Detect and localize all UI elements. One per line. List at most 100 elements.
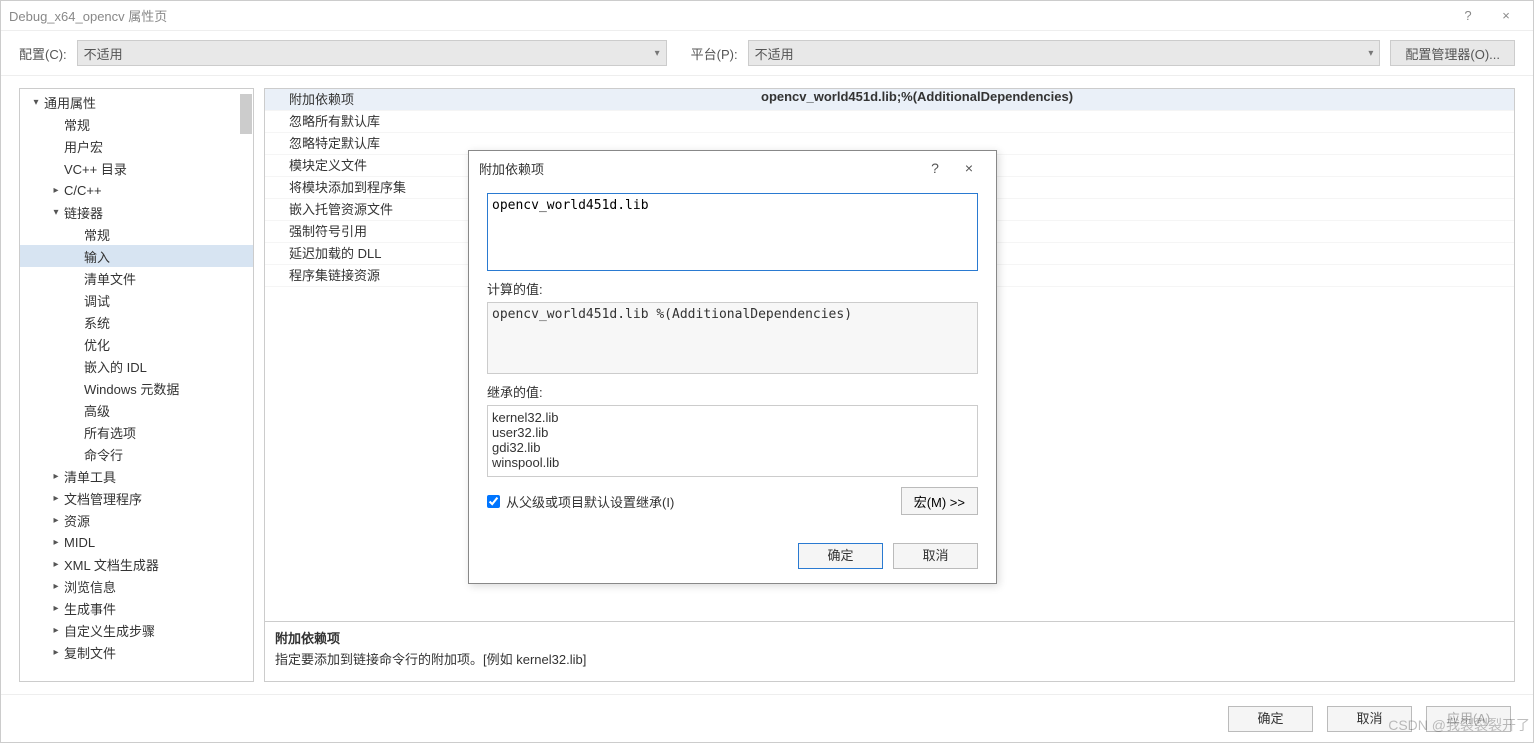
- inherit-item: user32.lib: [492, 425, 973, 440]
- scrollbar-thumb[interactable]: [240, 94, 252, 134]
- tree-item[interactable]: 输入: [20, 245, 253, 267]
- caret-icon: ▾: [30, 97, 42, 108]
- tree-item-label: 嵌入的 IDL: [84, 357, 147, 376]
- tree-item-label: 常规: [84, 225, 110, 244]
- help-icon[interactable]: ?: [1449, 8, 1487, 23]
- inherit-item: gdi32.lib: [492, 440, 973, 455]
- tree-item-label: 系统: [84, 313, 110, 332]
- ok-button[interactable]: 确定: [1228, 706, 1313, 732]
- inherit-checkbox[interactable]: [487, 495, 500, 508]
- caret-icon: ▸: [50, 515, 62, 526]
- tree-item-label: VC++ 目录: [64, 159, 127, 178]
- tree-item[interactable]: ▸XML 文档生成器: [20, 553, 253, 575]
- tree-item-label: 自定义生成步骤: [64, 621, 155, 640]
- tree-item[interactable]: 命令行: [20, 443, 253, 465]
- property-name: 附加依赖项: [265, 89, 755, 110]
- deps-input[interactable]: [487, 193, 978, 271]
- platform-value: 不适用: [755, 44, 794, 63]
- config-manager-button[interactable]: 配置管理器(O)...: [1390, 40, 1515, 66]
- tree-item-label: Windows 元数据: [84, 379, 179, 398]
- caret-icon: ▸: [50, 625, 62, 636]
- tree-item-label: 常规: [64, 115, 90, 134]
- titlebar: Debug_x64_opencv 属性页 ? ×: [1, 1, 1533, 31]
- config-toolbar: 配置(C): 不适用 ▾ 平台(P): 不适用 ▾ 配置管理器(O)...: [1, 31, 1533, 75]
- tree-item-label: 用户宏: [64, 137, 103, 156]
- caret-icon: ▸: [50, 493, 62, 504]
- platform-combo[interactable]: 不适用 ▾: [748, 40, 1381, 66]
- tree-item-label: C/C++: [64, 183, 102, 198]
- computed-value-box: opencv_world451d.lib %(AdditionalDepende…: [487, 302, 978, 374]
- dialog-ok-button[interactable]: 确定: [798, 543, 883, 569]
- tree-item-label: 清单工具: [64, 467, 116, 486]
- tree-item[interactable]: 所有选项: [20, 421, 253, 443]
- caret-icon: ▸: [50, 537, 62, 548]
- platform-label: 平台(P):: [691, 44, 738, 63]
- caret-icon: ▸: [50, 559, 62, 570]
- tree-item[interactable]: ▸生成事件: [20, 597, 253, 619]
- tree-item[interactable]: 高级: [20, 399, 253, 421]
- close-icon[interactable]: ×: [1487, 8, 1525, 23]
- tree-item[interactable]: VC++ 目录: [20, 157, 253, 179]
- tree-pane[interactable]: ▾通用属性常规用户宏VC++ 目录▸C/C++▾链接器常规输入清单文件调试系统优…: [19, 88, 254, 682]
- description-box: 附加依赖项 指定要添加到链接命令行的附加项。[例如 kernel32.lib]: [264, 622, 1515, 682]
- bottom-bar: 确定 取消 应用(A): [1, 694, 1533, 742]
- inherit-checkbox-label[interactable]: 从父级或项目默认设置继承(I): [506, 492, 674, 511]
- tree-item[interactable]: ▾通用属性: [20, 91, 253, 113]
- computed-label: 计算的值:: [487, 279, 978, 298]
- description-title: 附加依赖项: [275, 628, 1504, 647]
- tree-item-label: 生成事件: [64, 599, 116, 618]
- tree-item[interactable]: ▸资源: [20, 509, 253, 531]
- config-combo[interactable]: 不适用 ▾: [77, 40, 667, 66]
- grid-row[interactable]: 忽略所有默认库: [265, 111, 1514, 133]
- inherit-item: kernel32.lib: [492, 410, 973, 425]
- property-name: 忽略所有默认库: [265, 111, 755, 132]
- tree-item[interactable]: 常规: [20, 223, 253, 245]
- tree-item[interactable]: ▸清单工具: [20, 465, 253, 487]
- inherit-item: winspool.lib: [492, 455, 973, 470]
- caret-icon: ▸: [50, 581, 62, 592]
- tree-item-label: 所有选项: [84, 423, 136, 442]
- inherit-value-box[interactable]: kernel32.libuser32.libgdi32.libwinspool.…: [487, 405, 978, 477]
- tree-item[interactable]: ▸自定义生成步骤: [20, 619, 253, 641]
- tree-item[interactable]: 调试: [20, 289, 253, 311]
- watermark: CSDN @我裂裂裂开了: [1388, 715, 1530, 735]
- tree-item-label: 调试: [84, 291, 110, 310]
- chevron-down-icon: ▾: [1368, 48, 1373, 59]
- tree-item[interactable]: ▸C/C++: [20, 179, 253, 201]
- dialog-cancel-button[interactable]: 取消: [893, 543, 978, 569]
- caret-icon: ▸: [50, 185, 62, 196]
- tree-item[interactable]: 优化: [20, 333, 253, 355]
- tree-item-label: 高级: [84, 401, 110, 420]
- dialog-titlebar: 附加依赖项 ? ×: [469, 151, 996, 185]
- tree-item-label: XML 文档生成器: [64, 555, 159, 574]
- macros-button[interactable]: 宏(M) >>: [901, 487, 978, 515]
- tree-item-label: 输入: [84, 247, 110, 266]
- dialog-help-icon[interactable]: ?: [918, 160, 952, 176]
- dialog-close-icon[interactable]: ×: [952, 160, 986, 176]
- tree-item[interactable]: ▸复制文件: [20, 641, 253, 663]
- tree-item[interactable]: 嵌入的 IDL: [20, 355, 253, 377]
- chevron-down-icon: ▾: [655, 48, 660, 59]
- tree-item-label: 复制文件: [64, 643, 116, 662]
- tree-item[interactable]: ▾链接器: [20, 201, 253, 223]
- dialog-footer: 确定 取消: [469, 533, 996, 583]
- tree-item[interactable]: Windows 元数据: [20, 377, 253, 399]
- tree-item[interactable]: ▸文档管理程序: [20, 487, 253, 509]
- tree-item[interactable]: ▸MIDL: [20, 531, 253, 553]
- description-text: 指定要添加到链接命令行的附加项。[例如 kernel32.lib]: [275, 649, 1504, 668]
- property-value: [755, 111, 1514, 132]
- grid-row[interactable]: 附加依赖项opencv_world451d.lib;%(AdditionalDe…: [265, 89, 1514, 111]
- tree-item[interactable]: 用户宏: [20, 135, 253, 157]
- tree-item-label: 命令行: [84, 445, 123, 464]
- dialog-title: 附加依赖项: [479, 159, 918, 178]
- inherit-checkbox-row: 从父级或项目默认设置继承(I) 宏(M) >>: [487, 487, 978, 515]
- tree-item[interactable]: 常规: [20, 113, 253, 135]
- tree-item-label: 通用属性: [44, 93, 96, 112]
- tree-item-label: MIDL: [64, 535, 95, 550]
- tree-item[interactable]: ▸浏览信息: [20, 575, 253, 597]
- dialog-body: 计算的值: opencv_world451d.lib %(AdditionalD…: [469, 185, 996, 533]
- tree-item[interactable]: 系统: [20, 311, 253, 333]
- tree-item[interactable]: 清单文件: [20, 267, 253, 289]
- caret-icon: ▾: [50, 207, 62, 218]
- window-title: Debug_x64_opencv 属性页: [9, 6, 1449, 25]
